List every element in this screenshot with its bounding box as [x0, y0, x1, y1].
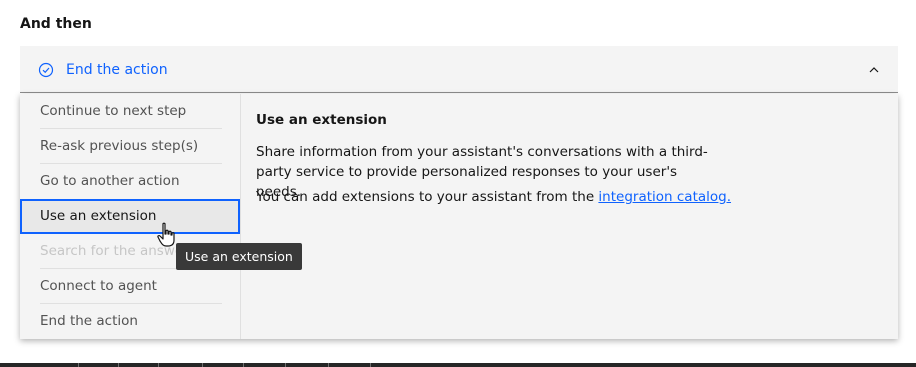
detail-note-text: You can add extensions to your assistant… — [256, 189, 599, 205]
bottom-bar-tick — [243, 363, 244, 367]
detail-title: Use an extension — [256, 112, 387, 128]
menu-item-go-to-action[interactable]: Go to another action — [20, 164, 240, 199]
menu-item-label: End the action — [40, 313, 138, 329]
menu-item-reask[interactable]: Re-ask previous step(s) — [20, 129, 240, 164]
menu-item-label: Go to another action — [40, 173, 180, 189]
menu-item-label: Re-ask previous step(s) — [40, 138, 199, 154]
checkmark-outline-icon — [38, 62, 54, 78]
detail-note: You can add extensions to your assistant… — [256, 189, 731, 205]
tooltip: Use an extension — [176, 243, 302, 270]
menu-item-end-action[interactable]: End the action — [20, 304, 240, 339]
chevron-up-icon[interactable] — [868, 64, 880, 76]
dropdown-menu: Continue to next step Re-ask previous st… — [20, 94, 898, 339]
menu-item-connect-agent[interactable]: Connect to agent — [20, 269, 240, 304]
hand-pointer-icon — [157, 222, 175, 247]
menu-item-label: Use an extension — [40, 208, 157, 224]
action-dropdown[interactable]: End the action — [20, 46, 898, 93]
bottom-bar — [0, 363, 916, 367]
section-label: And then — [20, 16, 92, 32]
menu-item-use-extension[interactable]: Use an extension — [20, 199, 240, 234]
detail-panel: Use an extension Share information from … — [256, 94, 876, 339]
integration-catalog-link[interactable]: integration catalog. — [598, 189, 731, 205]
bottom-bar-tick — [202, 363, 203, 367]
menu-item-label: Continue to next step — [40, 103, 187, 119]
menu-item-continue[interactable]: Continue to next step — [20, 94, 240, 129]
bottom-bar-tick — [78, 363, 79, 367]
bottom-bar-tick — [285, 363, 286, 367]
bottom-bar-tick — [158, 363, 159, 367]
bottom-bar-tick — [370, 363, 371, 367]
bottom-bar-tick — [118, 363, 119, 367]
dropdown-selected-label: End the action — [66, 62, 168, 78]
menu-list: Continue to next step Re-ask previous st… — [20, 94, 241, 339]
bottom-bar-tick — [328, 363, 329, 367]
menu-item-label: Connect to agent — [40, 278, 157, 294]
